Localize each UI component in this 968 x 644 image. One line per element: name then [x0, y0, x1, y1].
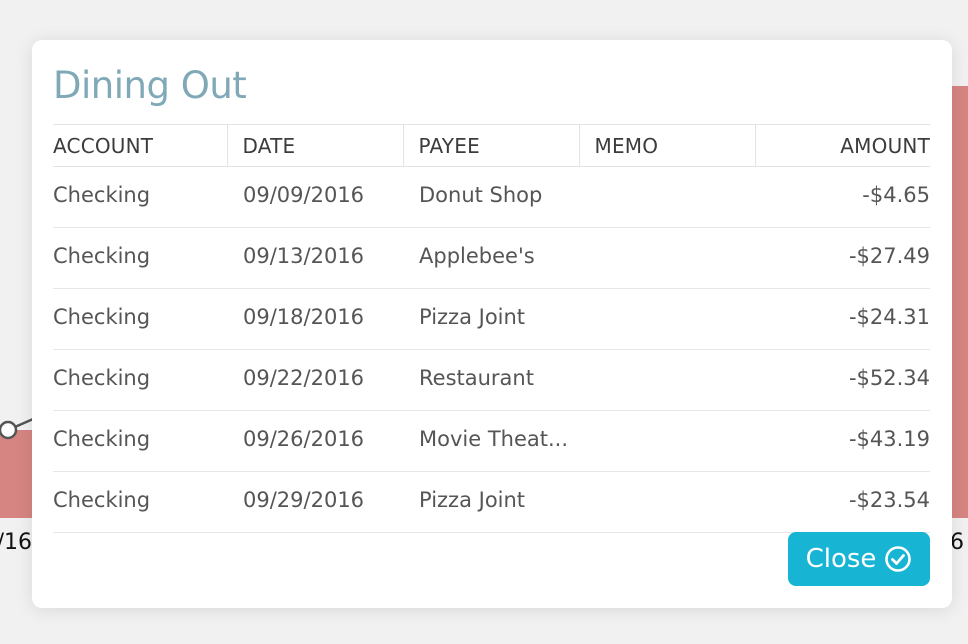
cell-account: Checking [53, 288, 227, 350]
column-header-memo[interactable]: MEMO [578, 124, 755, 167]
column-header-payee[interactable]: PAYEE [402, 124, 579, 167]
cell-payee: Movie Theat... [403, 410, 579, 472]
table-row[interactable]: Checking 09/26/2016 Movie Theat... -$43.… [53, 410, 930, 472]
column-header-date[interactable]: DATE [226, 124, 403, 167]
cell-amount: -$43.19 [755, 410, 930, 472]
cell-account: Checking [53, 349, 227, 411]
column-header-amount[interactable]: AMOUNT [754, 124, 930, 167]
column-header-account[interactable]: ACCOUNT [53, 124, 227, 167]
modal-title: Dining Out [53, 64, 247, 107]
cell-date: 09/18/2016 [227, 288, 403, 350]
close-button-label: Close [805, 544, 877, 574]
cell-account: Checking [53, 166, 227, 228]
transactions-modal: Dining Out ACCOUNT DATE PAYEE MEMO AMOUN… [32, 40, 952, 608]
cell-payee: Pizza Joint [403, 471, 579, 533]
cell-account: Checking [53, 410, 227, 472]
table-row[interactable]: Checking 09/13/2016 Applebee's -$27.49 [53, 227, 930, 289]
cell-account: Checking [53, 471, 227, 533]
cell-amount: -$23.54 [755, 471, 930, 533]
table-row[interactable]: Checking 09/18/2016 Pizza Joint -$24.31 [53, 288, 930, 350]
transactions-table: ACCOUNT DATE PAYEE MEMO AMOUNT Checking … [53, 124, 930, 533]
table-header-row: ACCOUNT DATE PAYEE MEMO AMOUNT [53, 124, 930, 167]
cell-memo [579, 227, 755, 289]
cell-memo [579, 471, 755, 533]
cell-payee: Restaurant [403, 349, 579, 411]
cell-memo [579, 410, 755, 472]
cell-memo [579, 349, 755, 411]
cell-amount: -$4.65 [755, 166, 930, 228]
background-axis-tick: 6 [950, 530, 964, 555]
cell-account: Checking [53, 227, 227, 289]
cell-date: 09/29/2016 [227, 471, 403, 533]
close-button[interactable]: Close [788, 532, 930, 586]
cell-date: 09/22/2016 [227, 349, 403, 411]
cell-date: 09/09/2016 [227, 166, 403, 228]
table-row[interactable]: Checking 09/09/2016 Donut Shop -$4.65 [53, 166, 930, 228]
table-row[interactable]: Checking 09/29/2016 Pizza Joint -$23.54 [53, 471, 930, 533]
cell-amount: -$27.49 [755, 227, 930, 289]
cell-date: 09/26/2016 [227, 410, 403, 472]
cell-amount: -$52.34 [755, 349, 930, 411]
cell-payee: Donut Shop [403, 166, 579, 228]
cell-amount: -$24.31 [755, 288, 930, 350]
background-axis-tick: 6/16 [0, 530, 32, 555]
check-circle-icon [885, 546, 912, 572]
cell-payee: Applebee's [403, 227, 579, 289]
cell-memo [579, 166, 755, 228]
cell-date: 09/13/2016 [227, 227, 403, 289]
table-row[interactable]: Checking 09/22/2016 Restaurant -$52.34 [53, 349, 930, 411]
cell-payee: Pizza Joint [403, 288, 579, 350]
cell-memo [579, 288, 755, 350]
